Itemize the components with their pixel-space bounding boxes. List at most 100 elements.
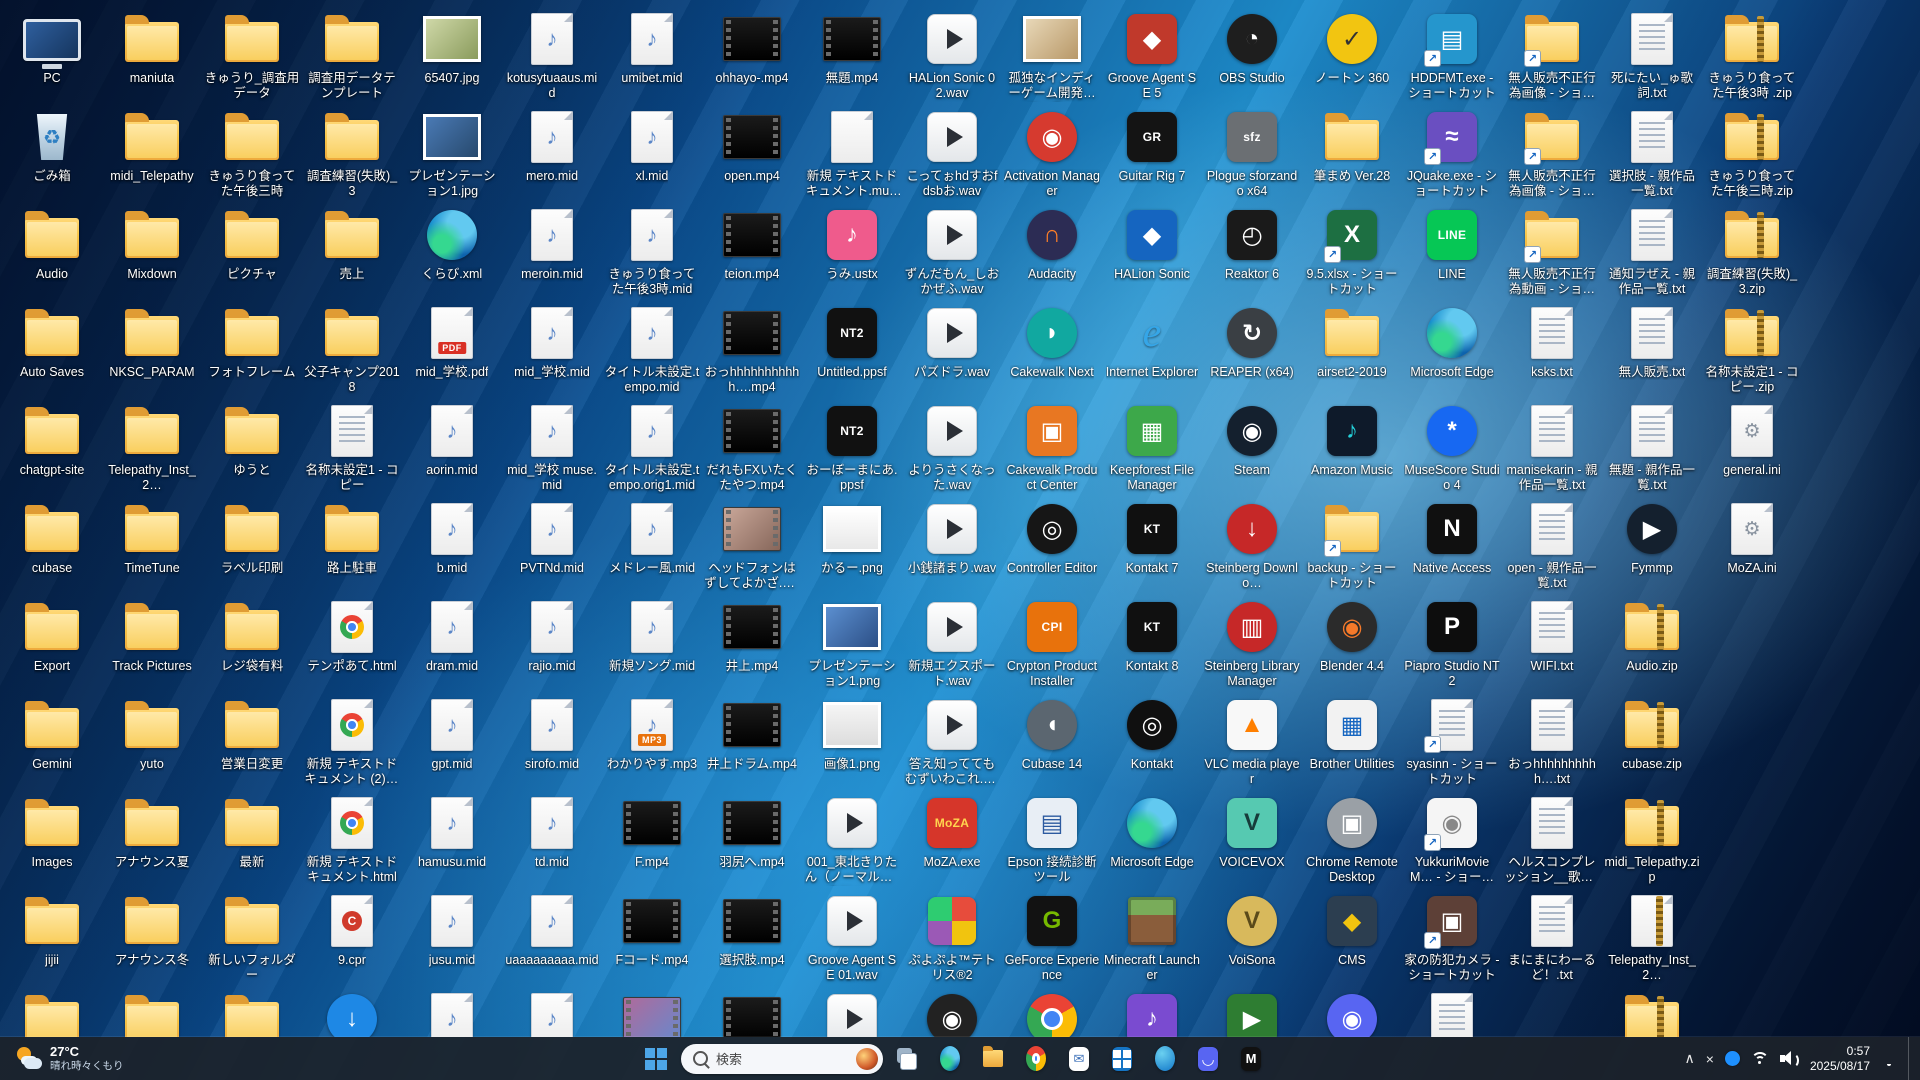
desktop-icon[interactable]: NT2Untitled.ppsf bbox=[802, 300, 902, 398]
desktop-icon[interactable]: ♪sirofo.mid bbox=[502, 692, 602, 790]
desktop-icon[interactable]: Telepathy_Inst_2… bbox=[102, 398, 202, 496]
desktop-icon[interactable]: yuto bbox=[102, 692, 202, 790]
desktop-icon[interactable]: ◉↗YukkuriMovieM… - ショートカット bbox=[1402, 790, 1502, 888]
taskbar-app-file-explorer[interactable] bbox=[978, 1042, 1008, 1076]
desktop-icon[interactable]: ↗syasinn - ショートカット bbox=[1402, 692, 1502, 790]
show-desktop-strip[interactable] bbox=[1908, 1037, 1914, 1080]
desktop-icon[interactable]: ♪新規ソング.mid bbox=[602, 594, 702, 692]
desktop-icon[interactable]: 無人販売.txt bbox=[1602, 300, 1702, 398]
desktop-icon[interactable]: GRGuitar Rig 7 bbox=[1102, 104, 1202, 202]
desktop-icon[interactable]: きゅうり食ってた午後3時 .zip bbox=[1702, 6, 1802, 104]
desktop-icon[interactable]: 名称未設定1 - コピー bbox=[302, 398, 402, 496]
desktop-icon[interactable]: ◉Blender 4.4 bbox=[1302, 594, 1402, 692]
desktop-icon[interactable]: open.mp4 bbox=[702, 104, 802, 202]
hidden-icons-chevron-icon[interactable]: ∧ bbox=[1685, 1050, 1695, 1067]
taskbar-app-discord[interactable]: ◡ bbox=[1193, 1042, 1223, 1076]
desktop-icon[interactable]: ♪jusu.mid bbox=[402, 888, 502, 986]
desktop-icon[interactable]: よりうさくなった.wav bbox=[902, 398, 1002, 496]
desktop-icon[interactable]: ◎Controller Editor bbox=[1002, 496, 1102, 594]
desktop-icon[interactable]: ▥Steinberg Library Manager bbox=[1202, 594, 1302, 692]
desktop-icon[interactable]: ◎Kontakt bbox=[1102, 692, 1202, 790]
desktop-icon[interactable]: GGeForce Experience bbox=[1002, 888, 1102, 986]
desktop-icon[interactable]: F.mp4 bbox=[602, 790, 702, 888]
taskbar-app-google-chrome[interactable] bbox=[1021, 1042, 1051, 1076]
volume-icon[interactable] bbox=[1780, 1051, 1799, 1066]
desktop-icon[interactable]: NT2おーぼーまにあ.ppsf bbox=[802, 398, 902, 496]
desktop-icon[interactable]: ▶Fymmp bbox=[1602, 496, 1702, 594]
desktop-icon[interactable]: ♪ bbox=[502, 986, 602, 1037]
desktop-icon[interactable]: 新規 テキストドキュメント.html bbox=[302, 790, 402, 888]
desktop-icon[interactable]: VVoiSona bbox=[1202, 888, 1302, 986]
desktop-icon[interactable]: ♪uaaaaaaaaa.mid bbox=[502, 888, 602, 986]
notification-bell-icon[interactable] bbox=[1881, 1051, 1897, 1067]
desktop-icon[interactable]: KTKontakt 8 bbox=[1102, 594, 1202, 692]
desktop-icon[interactable]: NKSC_PARAM bbox=[102, 300, 202, 398]
desktop-icon[interactable]: おっhhhhhhhhhh….txt bbox=[1502, 692, 1602, 790]
desktop-icon[interactable]: ♪mid_学校 muse.mid bbox=[502, 398, 602, 496]
desktop-icon[interactable]: Fコード.mp4 bbox=[602, 888, 702, 986]
desktop-icon[interactable]: ♪きゅうり食ってた午後3時.mid bbox=[602, 202, 702, 300]
desktop-icon[interactable]: 路上駐車 bbox=[302, 496, 402, 594]
desktop-icon[interactable]: 新しいフォルダー bbox=[202, 888, 302, 986]
desktop-icon[interactable]: ▲VLC media player bbox=[1202, 692, 1302, 790]
desktop-icon[interactable]: ∩Audacity bbox=[1002, 202, 1102, 300]
desktop-icon[interactable] bbox=[602, 986, 702, 1037]
desktop-icon[interactable]: 001_東北きりたん（ノーマル）_今じゃ… bbox=[802, 790, 902, 888]
taskbar-app-task-view[interactable] bbox=[892, 1042, 922, 1076]
desktop-icon[interactable]: 死にたい_ゅ歌詞.txt bbox=[1602, 6, 1702, 104]
desktop-icon[interactable]: cubase bbox=[2, 496, 102, 594]
desktop-icon[interactable]: ♪MP3わかりやす.mp3 bbox=[602, 692, 702, 790]
desktop-icon[interactable]: ksks.txt bbox=[1502, 300, 1602, 398]
desktop-icon[interactable]: 新規エクスポート.wav bbox=[902, 594, 1002, 692]
taskbar-search[interactable]: 検索 bbox=[681, 1044, 883, 1074]
taskbar-clock[interactable]: 0:57 2025/08/17 bbox=[1810, 1044, 1870, 1073]
desktop-icon[interactable]: open - 親作品一覧.txt bbox=[1502, 496, 1602, 594]
desktop-icon[interactable]: 調査用データテンプレート bbox=[302, 6, 402, 104]
desktop-icon[interactable]: 孤独なインディーゲーム開発者の一生… bbox=[1002, 6, 1102, 104]
desktop-icon[interactable]: ▦Brother Utilities bbox=[1302, 692, 1402, 790]
desktop-icon[interactable]: ラベル印刷 bbox=[202, 496, 302, 594]
desktop-icon[interactable]: midi_Telepathy.zip bbox=[1602, 790, 1702, 888]
desktop-icon[interactable]: ♪kotusytuaaus.mid bbox=[502, 6, 602, 104]
desktop-icon[interactable]: ♪dram.mid bbox=[402, 594, 502, 692]
desktop-icon[interactable]: プレゼンテーション1.png bbox=[802, 594, 902, 692]
desktop-icon[interactable]: 選択肢 - 親作品一覧.txt bbox=[1602, 104, 1702, 202]
desktop-icon[interactable]: ↻REAPER (x64) bbox=[1202, 300, 1302, 398]
desktop-icon[interactable]: cubase.zip bbox=[1602, 692, 1702, 790]
desktop-icon[interactable]: ohhayo-.mp4 bbox=[702, 6, 802, 104]
desktop-icon[interactable]: くらび.xml bbox=[402, 202, 502, 300]
desktop-icon[interactable]: フォトフレーム bbox=[202, 300, 302, 398]
desktop-icon[interactable]: ▤Epson 接続診断ツール bbox=[1002, 790, 1102, 888]
desktop-icon[interactable]: アナウンス夏 bbox=[102, 790, 202, 888]
desktop-icon[interactable]: Microsoft Edge bbox=[1402, 300, 1502, 398]
desktop-icon[interactable]: ♪rajio.mid bbox=[502, 594, 602, 692]
desktop-icon[interactable]: *MuseScore Studio 4 bbox=[1402, 398, 1502, 496]
desktop-icon[interactable]: ヘルスコンプレッション__歌詞.txt bbox=[1502, 790, 1602, 888]
desktop-icon[interactable]: WIFI.txt bbox=[1502, 594, 1602, 692]
desktop-icon[interactable]: ✓ノートン 360 bbox=[1302, 6, 1402, 104]
desktop-icon[interactable]: 井上.mp4 bbox=[702, 594, 802, 692]
desktop-icon[interactable]: sfzPlogue sforzando x64 bbox=[1202, 104, 1302, 202]
desktop-icon[interactable] bbox=[2, 986, 102, 1037]
weather-widget[interactable]: 27°C 晴れ時々くもり bbox=[10, 1037, 130, 1080]
desktop-icon[interactable]: ♪aorin.mid bbox=[402, 398, 502, 496]
desktop-icon[interactable]: だれもFXいたくたやつ.mp4 bbox=[702, 398, 802, 496]
desktop-icon[interactable]: ◔OBS Studio bbox=[1202, 6, 1302, 104]
desktop-icon[interactable]: おっhhhhhhhhhhh….mp4 bbox=[702, 300, 802, 398]
desktop-icon[interactable] bbox=[1002, 986, 1102, 1037]
taskbar-app-mail[interactable]: ✉ bbox=[1064, 1042, 1094, 1076]
desktop-icon[interactable]: ◆CMS bbox=[1302, 888, 1402, 986]
desktop-icon[interactable]: パズドラ.wav bbox=[902, 300, 1002, 398]
desktop-icon[interactable]: Audio.zip bbox=[1602, 594, 1702, 692]
desktop-icon[interactable]: ▤↗HDDFMT.exe - ショートカット bbox=[1402, 6, 1502, 104]
desktop-icon[interactable]: CPICrypton Product Installer bbox=[1002, 594, 1102, 692]
desktop-icon[interactable]: manisekarin - 親作品一覧.txt bbox=[1502, 398, 1602, 496]
desktop-icon[interactable]: PDFmid_学校.pdf bbox=[402, 300, 502, 398]
desktop-icon[interactable]: まにまにわーるど！.txt bbox=[1502, 888, 1602, 986]
desktop-icon[interactable]: 井上ドラム.mp4 bbox=[702, 692, 802, 790]
desktop-icon[interactable]: ♪umibet.mid bbox=[602, 6, 702, 104]
wifi-icon[interactable] bbox=[1751, 1052, 1769, 1066]
desktop-icon[interactable]: Telepathy_Inst_2… bbox=[1602, 888, 1702, 986]
desktop-icon[interactable]: VVOICEVOX bbox=[1202, 790, 1302, 888]
desktop-icon[interactable]: ♪xl.mid bbox=[602, 104, 702, 202]
